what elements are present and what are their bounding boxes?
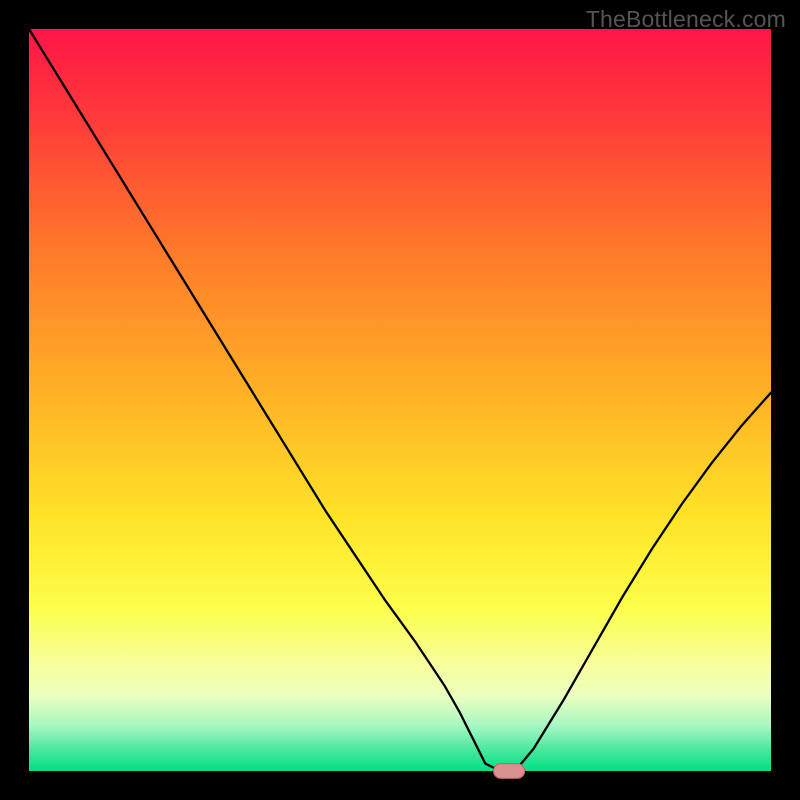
watermark-text: TheBottleneck.com [586, 6, 786, 33]
optimal-marker [493, 764, 524, 779]
bottleneck-chart: TheBottleneck.com [0, 0, 800, 800]
chart-svg [0, 0, 800, 800]
plot-background [29, 29, 771, 771]
